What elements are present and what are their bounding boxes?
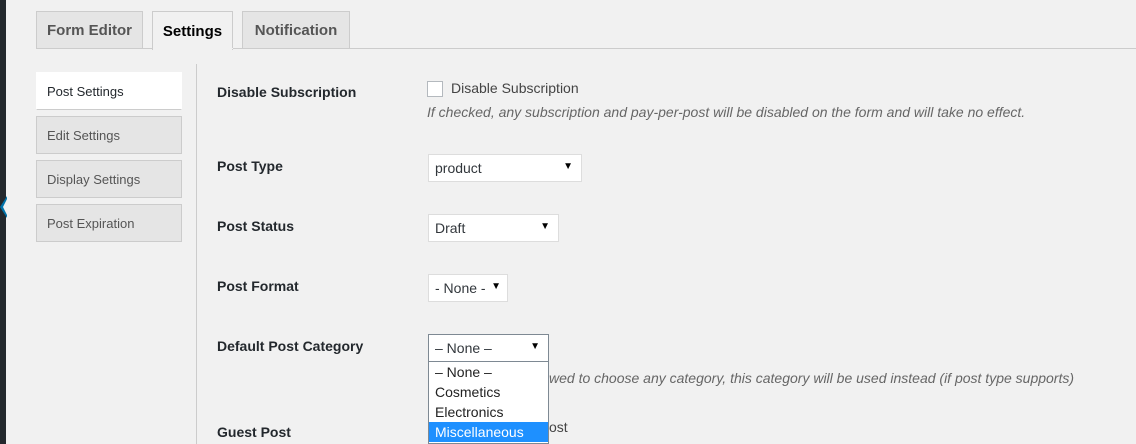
content-divider [196,64,197,444]
post-status-select[interactable]: Draft ▼ [428,214,559,242]
sidenav-item-post-expiration[interactable]: Post Expiration [36,204,182,242]
settings-tabs: Form Editor Settings Notification [36,11,350,50]
post-status-select-value: Draft [435,220,466,236]
disable-subscription-label: Disable Subscription [217,84,357,100]
tab-form-editor[interactable]: Form Editor [36,11,143,49]
chevron-down-icon: ▼ [491,281,501,292]
disable-subscription-checkbox[interactable] [427,81,443,97]
category-option-none[interactable]: – None – [429,362,548,382]
post-format-select[interactable]: - None - ▼ [428,274,508,302]
category-option-miscellaneous[interactable]: Miscellaneous [429,422,548,442]
admin-sidebar-edge [0,0,6,444]
default-post-category-dropdown: – None – Cosmetics Electronics Miscellan… [428,362,549,444]
chevron-down-icon: ▼ [540,221,550,232]
default-post-category-select-value: – None – [435,340,492,356]
post-type-label: Post Type [217,158,283,174]
default-post-category-select[interactable]: – None – ▼ [428,334,549,362]
post-format-select-value: - None - [435,280,486,296]
post-type-select[interactable]: product ▼ [428,154,582,182]
tab-settings[interactable]: Settings [152,11,233,50]
disable-subscription-description: If checked, any subscription and pay-per… [427,104,1026,120]
default-post-category-description: wed to choose any category, this categor… [549,370,1075,386]
sidenav-item-display-settings[interactable]: Display Settings [36,160,182,198]
settings-sidenav: Post Settings Edit Settings Display Sett… [36,72,182,248]
chevron-down-icon: ▼ [563,161,573,172]
post-status-label: Post Status [217,218,295,234]
category-option-cosmetics[interactable]: Cosmetics [429,382,548,402]
sidenav-item-edit-settings[interactable]: Edit Settings [36,116,182,154]
default-post-category-label: Default Post Category [217,338,364,354]
disable-subscription-checkbox-label[interactable]: Disable Subscription [451,80,579,96]
active-tab-gap [153,48,233,49]
tab-notification[interactable]: Notification [242,11,350,49]
guest-post-checkbox-label[interactable]: ost [549,419,568,435]
category-option-electronics[interactable]: Electronics [429,402,548,422]
post-format-label: Post Format [217,278,299,294]
chevron-down-icon: ▼ [530,341,540,352]
post-type-select-value: product [435,160,482,176]
sidenav-item-post-settings[interactable]: Post Settings [36,72,182,110]
guest-post-label: Guest Post [217,424,291,440]
current-menu-arrow-fill [3,199,7,215]
